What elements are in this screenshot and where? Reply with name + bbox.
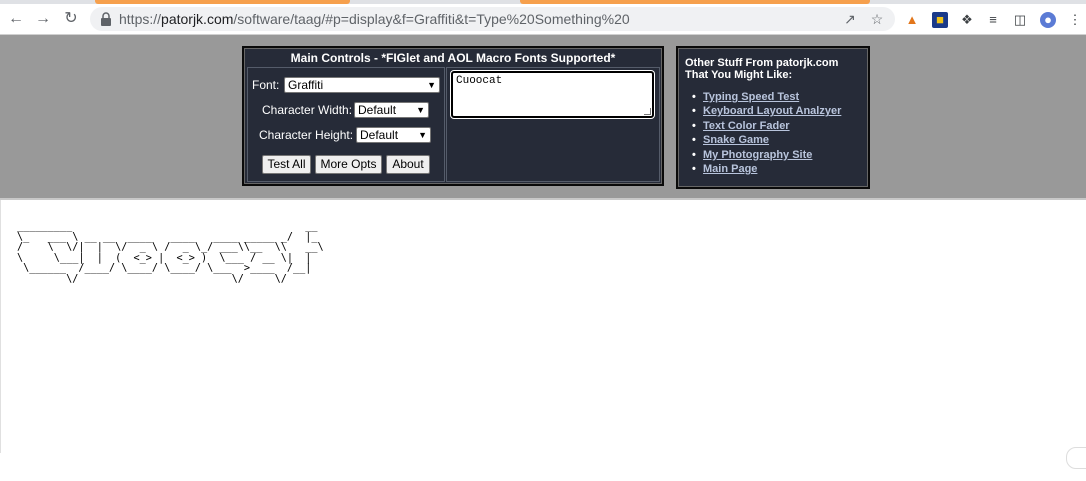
- list-item: My Photography Site: [692, 148, 841, 162]
- reload-icon[interactable]: ↻: [62, 10, 80, 28]
- metamask-fox-icon[interactable]: ▲: [904, 12, 920, 28]
- bookmark-star-icon[interactable]: ☆: [869, 11, 885, 27]
- ascii-art-output: _________ __ \_ ___ \ __ __ ____ ____ __…: [17, 221, 324, 285]
- character-width-select[interactable]: Default ▼: [354, 102, 429, 118]
- content-border: [0, 200, 1, 453]
- font-select[interactable]: Graffiti ▼: [284, 77, 440, 93]
- media-control-icon[interactable]: ≡: [985, 12, 1001, 28]
- list-item: Keyboard Layout Analzyer: [692, 104, 841, 118]
- chevron-down-icon: ▼: [416, 105, 425, 115]
- browser-toolbar: ← → ↻ https://patorjk.com/software/taag/…: [0, 4, 1086, 35]
- chevron-down-icon: ▼: [427, 80, 436, 90]
- character-height-select[interactable]: Default ▼: [356, 127, 431, 143]
- forward-icon[interactable]: →: [34, 10, 52, 28]
- character-height-value: Default: [360, 128, 399, 142]
- extensions-puzzle-icon[interactable]: ❖: [959, 12, 975, 28]
- more-opts-button[interactable]: More Opts: [315, 155, 382, 174]
- floating-widget[interactable]: [1066, 447, 1086, 469]
- share-icon[interactable]: ↗: [842, 11, 858, 27]
- character-width-label: Character Width:: [262, 103, 353, 117]
- list-item: Typing Speed Test: [692, 90, 841, 104]
- menu-kebab-icon[interactable]: ⋮: [1067, 12, 1083, 28]
- font-select-value: Graffiti: [288, 78, 324, 92]
- font-label: Font:: [252, 78, 280, 92]
- page-bottom: [0, 453, 1086, 481]
- other-stuff-panel: Other Stuff From patorjk.com That You Mi…: [676, 46, 870, 189]
- character-width-value: Default: [358, 103, 397, 117]
- main-controls-panel: Main Controls - *FIGlet and AOL Macro Fo…: [242, 46, 664, 186]
- link-text-color-fader[interactable]: Text Color Fader: [703, 120, 790, 132]
- url-text[interactable]: https://patorjk.com/software/taag/#p=dis…: [119, 11, 630, 27]
- controls-cell: Font: Graffiti ▼ Character Width: Defaul…: [247, 67, 445, 182]
- other-stuff-links: Typing Speed Test Keyboard Layout Analzy…: [692, 90, 841, 176]
- list-item: Text Color Fader: [692, 119, 841, 133]
- link-photography-site[interactable]: My Photography Site: [703, 149, 812, 161]
- other-stuff-title-line: Other Stuff From patorjk.com: [685, 57, 839, 69]
- text-input-value: Cuoocat: [456, 75, 503, 87]
- resize-handle[interactable]: [644, 108, 651, 115]
- list-item: Snake Game: [692, 133, 841, 147]
- main-controls-title: Main Controls - *FIGlet and AOL Macro Fo…: [290, 51, 616, 65]
- link-keyboard-layout-analyzer[interactable]: Keyboard Layout Analzyer: [703, 105, 841, 117]
- text-input[interactable]: Cuoocat: [451, 71, 654, 118]
- lock-icon[interactable]: [100, 12, 112, 26]
- profile-avatar-icon[interactable]: ●: [1040, 12, 1056, 28]
- link-main-page[interactable]: Main Page: [703, 163, 757, 175]
- back-icon[interactable]: ←: [7, 10, 25, 28]
- about-button[interactable]: About: [386, 155, 430, 174]
- link-snake-game[interactable]: Snake Game: [703, 134, 769, 146]
- address-bar[interactable]: https://patorjk.com/software/taag/#p=dis…: [90, 7, 895, 31]
- test-all-button[interactable]: Test All: [262, 155, 311, 174]
- other-stuff-title-line: That You Might Like:: [685, 69, 793, 81]
- other-stuff-title: Other Stuff From patorjk.com That You Mi…: [685, 57, 838, 81]
- side-panel-icon[interactable]: ◫: [1012, 12, 1028, 28]
- character-height-label: Character Height:: [259, 128, 354, 142]
- extension-icon[interactable]: ■: [932, 12, 948, 28]
- chevron-down-icon: ▼: [418, 130, 427, 140]
- text-input-cell: Cuoocat: [446, 67, 660, 182]
- list-item: Main Page: [692, 162, 841, 176]
- link-typing-speed-test[interactable]: Typing Speed Test: [703, 91, 799, 103]
